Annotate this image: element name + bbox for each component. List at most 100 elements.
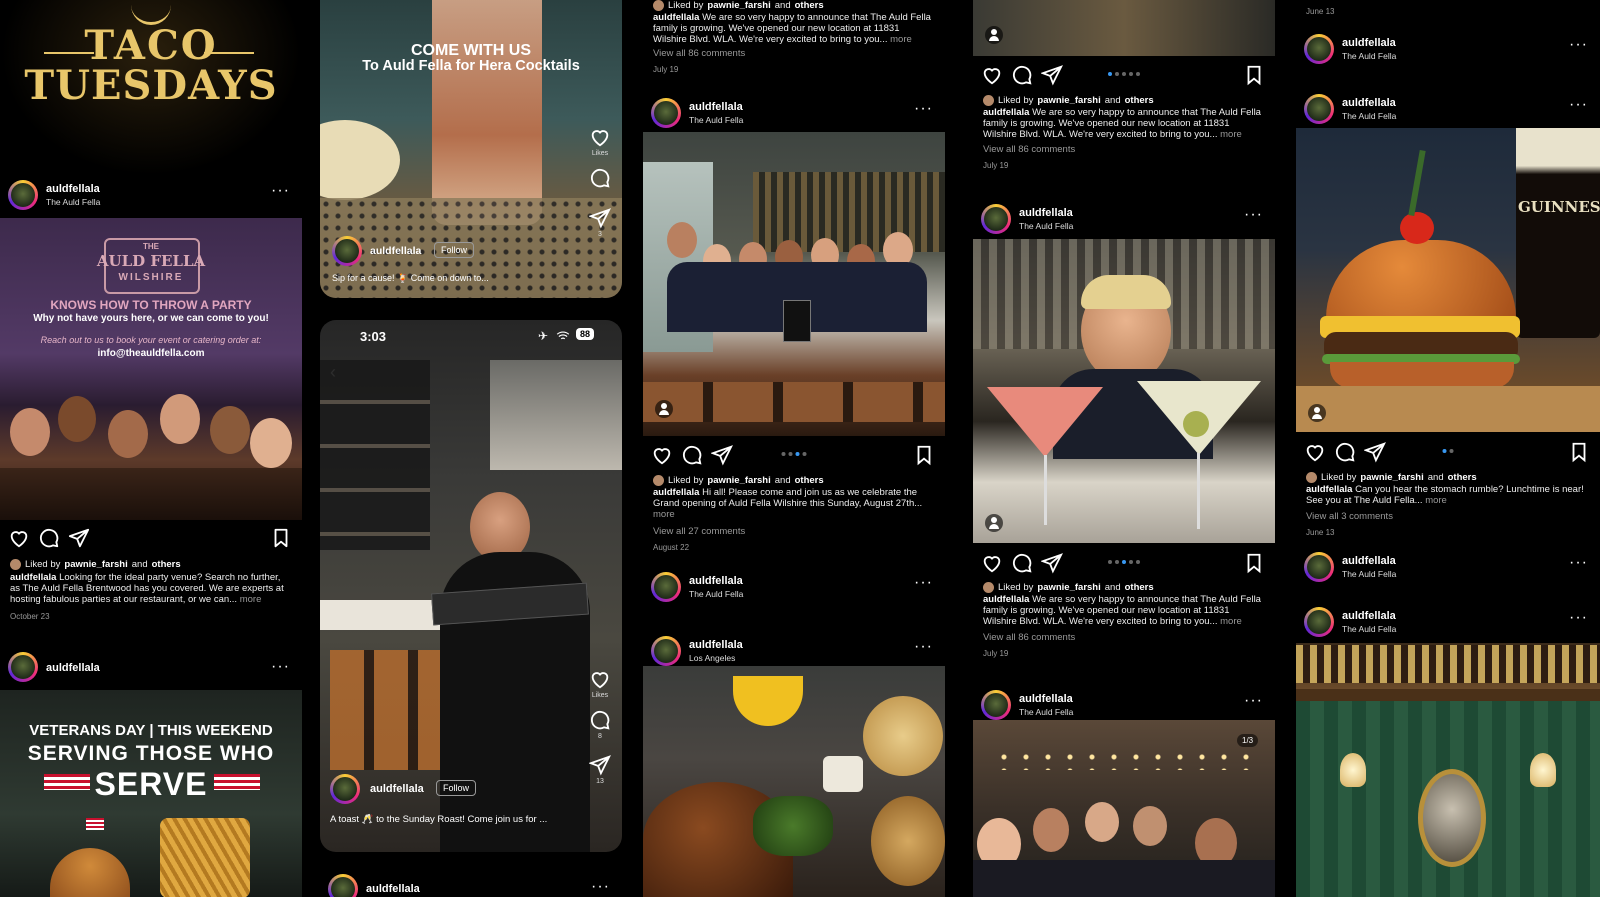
more-icon[interactable]: ···	[271, 658, 290, 676]
follow-button[interactable]: Follow	[436, 780, 477, 796]
location[interactable]: Los Angeles	[689, 653, 735, 663]
share-icon[interactable]	[68, 527, 90, 549]
comment-icon[interactable]	[681, 444, 703, 466]
more-link[interactable]: more	[1220, 616, 1242, 627]
avatar[interactable]	[8, 180, 38, 210]
username[interactable]: auldfellala	[1019, 693, 1073, 705]
avatar[interactable]	[1304, 34, 1334, 64]
bookmark-icon[interactable]	[270, 527, 292, 549]
heart-icon[interactable]	[8, 527, 30, 549]
avatar[interactable]	[651, 636, 681, 666]
caption-user[interactable]: auldfellala	[653, 487, 699, 498]
more-icon[interactable]: ···	[591, 878, 610, 896]
view-comments[interactable]: View all 27 comments	[653, 526, 935, 537]
avatar[interactable]	[1304, 607, 1334, 637]
avatar[interactable]	[651, 572, 681, 602]
caption-user[interactable]: auldfellala	[653, 12, 699, 23]
bookmark-icon[interactable]	[1243, 552, 1265, 574]
view-comments[interactable]: View all 86 comments	[653, 48, 935, 59]
view-comments[interactable]: View all 3 comments	[1306, 511, 1590, 522]
comment-icon[interactable]	[589, 167, 611, 189]
more-icon[interactable]: ···	[1569, 609, 1588, 627]
comment-icon[interactable]	[1011, 64, 1033, 86]
avatar[interactable]	[330, 774, 360, 804]
share-icon[interactable]	[710, 444, 733, 466]
burger-photo[interactable]: GUINNESS	[1296, 128, 1600, 432]
avatar[interactable]	[981, 204, 1011, 234]
username[interactable]: auldfellala	[689, 575, 743, 587]
location[interactable]: The Auld Fella	[689, 589, 743, 599]
liked-by-user[interactable]: pawnie_farshi	[707, 475, 770, 486]
heart-icon[interactable]	[1304, 441, 1326, 463]
view-comments[interactable]: View all 86 comments	[983, 632, 1265, 643]
liked-by-others[interactable]: others	[1125, 582, 1154, 593]
taco-tuesdays-image[interactable]: TACO TUESDAYS	[0, 0, 302, 176]
comment-icon[interactable]	[589, 709, 611, 731]
avatar[interactable]	[332, 236, 362, 266]
username[interactable]: auldfellala	[366, 883, 420, 895]
reel-username[interactable]: auldfellala	[370, 245, 421, 257]
more-icon[interactable]: ···	[1569, 36, 1588, 54]
comment-icon[interactable]	[38, 527, 60, 549]
avatar[interactable]	[1304, 552, 1334, 582]
view-comments[interactable]: View all 86 comments	[983, 144, 1265, 155]
follow-button[interactable]: Follow	[434, 242, 475, 258]
heart-icon[interactable]	[589, 668, 611, 690]
comment-icon[interactable]	[1334, 441, 1356, 463]
person-tag-icon[interactable]	[985, 514, 1003, 532]
more-icon[interactable]: ···	[1244, 692, 1263, 710]
more-icon[interactable]: ···	[271, 182, 290, 200]
location[interactable]: The Auld Fella	[46, 197, 100, 207]
caption-user[interactable]: auldfellala	[1306, 484, 1352, 495]
martini-photo[interactable]	[973, 239, 1275, 543]
liked-by-user[interactable]: pawnie_farshi	[64, 559, 127, 570]
location[interactable]: The Auld Fella	[1342, 111, 1396, 121]
veterans-day-image[interactable]: VETERANS DAY | THIS WEEKEND SERVING THOS…	[0, 690, 302, 897]
caption-user[interactable]: auldfellala	[983, 594, 1029, 605]
heart-icon[interactable]	[981, 552, 1003, 574]
liked-by-others[interactable]: others	[795, 475, 824, 486]
crowd-restaurant-photo[interactable]: 1/3	[973, 720, 1275, 897]
staff-group-photo[interactable]	[643, 132, 945, 436]
liked-by-user[interactable]: pawnie_farshi	[707, 0, 770, 11]
location[interactable]: The Auld Fella	[1019, 707, 1073, 717]
avatar[interactable]	[1304, 94, 1334, 124]
username[interactable]: auldfellala	[1019, 207, 1073, 219]
avatar[interactable]	[328, 874, 358, 897]
more-link[interactable]: more	[653, 509, 675, 520]
liked-by-others[interactable]: others	[1448, 472, 1477, 483]
liked-by-user[interactable]: pawnie_farshi	[1037, 582, 1100, 593]
liked-by-others[interactable]: others	[152, 559, 181, 570]
heart-icon[interactable]	[981, 64, 1003, 86]
person-tag-icon[interactable]	[985, 26, 1003, 44]
more-icon[interactable]: ···	[1244, 206, 1263, 224]
location[interactable]: The Auld Fella	[1342, 51, 1396, 61]
more-link[interactable]: more	[1220, 129, 1242, 140]
more-icon[interactable]: ···	[914, 100, 933, 118]
username[interactable]: auldfellala	[46, 183, 100, 195]
comment-icon[interactable]	[1011, 552, 1033, 574]
location[interactable]: The Auld Fella	[1342, 624, 1396, 634]
more-link[interactable]: more	[1425, 495, 1447, 506]
username[interactable]: auldfellala	[689, 101, 743, 113]
reel-cocktail[interactable]: COME WITH US To Auld Fella for Hera Cock…	[320, 0, 622, 298]
share-icon[interactable]	[588, 207, 611, 229]
more-icon[interactable]: ···	[1569, 96, 1588, 114]
liked-by-user[interactable]: pawnie_farshi	[1360, 472, 1423, 483]
heart-icon[interactable]	[651, 444, 673, 466]
bookmark-icon[interactable]	[1243, 64, 1265, 86]
more-icon[interactable]: ···	[914, 574, 933, 592]
avatar[interactable]	[8, 652, 38, 682]
location[interactable]: The Auld Fella	[689, 115, 743, 125]
username[interactable]: auldfellala	[1342, 610, 1396, 622]
location[interactable]: The Auld Fella	[1342, 569, 1396, 579]
heart-icon[interactable]	[589, 126, 611, 148]
more-link[interactable]: more	[240, 594, 262, 605]
caption-user[interactable]: auldfellala	[983, 107, 1029, 118]
username[interactable]: auldfellala	[689, 639, 743, 651]
person-tag-icon[interactable]	[655, 400, 673, 418]
bookmark-icon[interactable]	[913, 444, 935, 466]
previous-post-image[interactable]	[973, 0, 1275, 56]
share-icon[interactable]	[588, 754, 611, 776]
more-icon[interactable]: ···	[1569, 554, 1588, 572]
